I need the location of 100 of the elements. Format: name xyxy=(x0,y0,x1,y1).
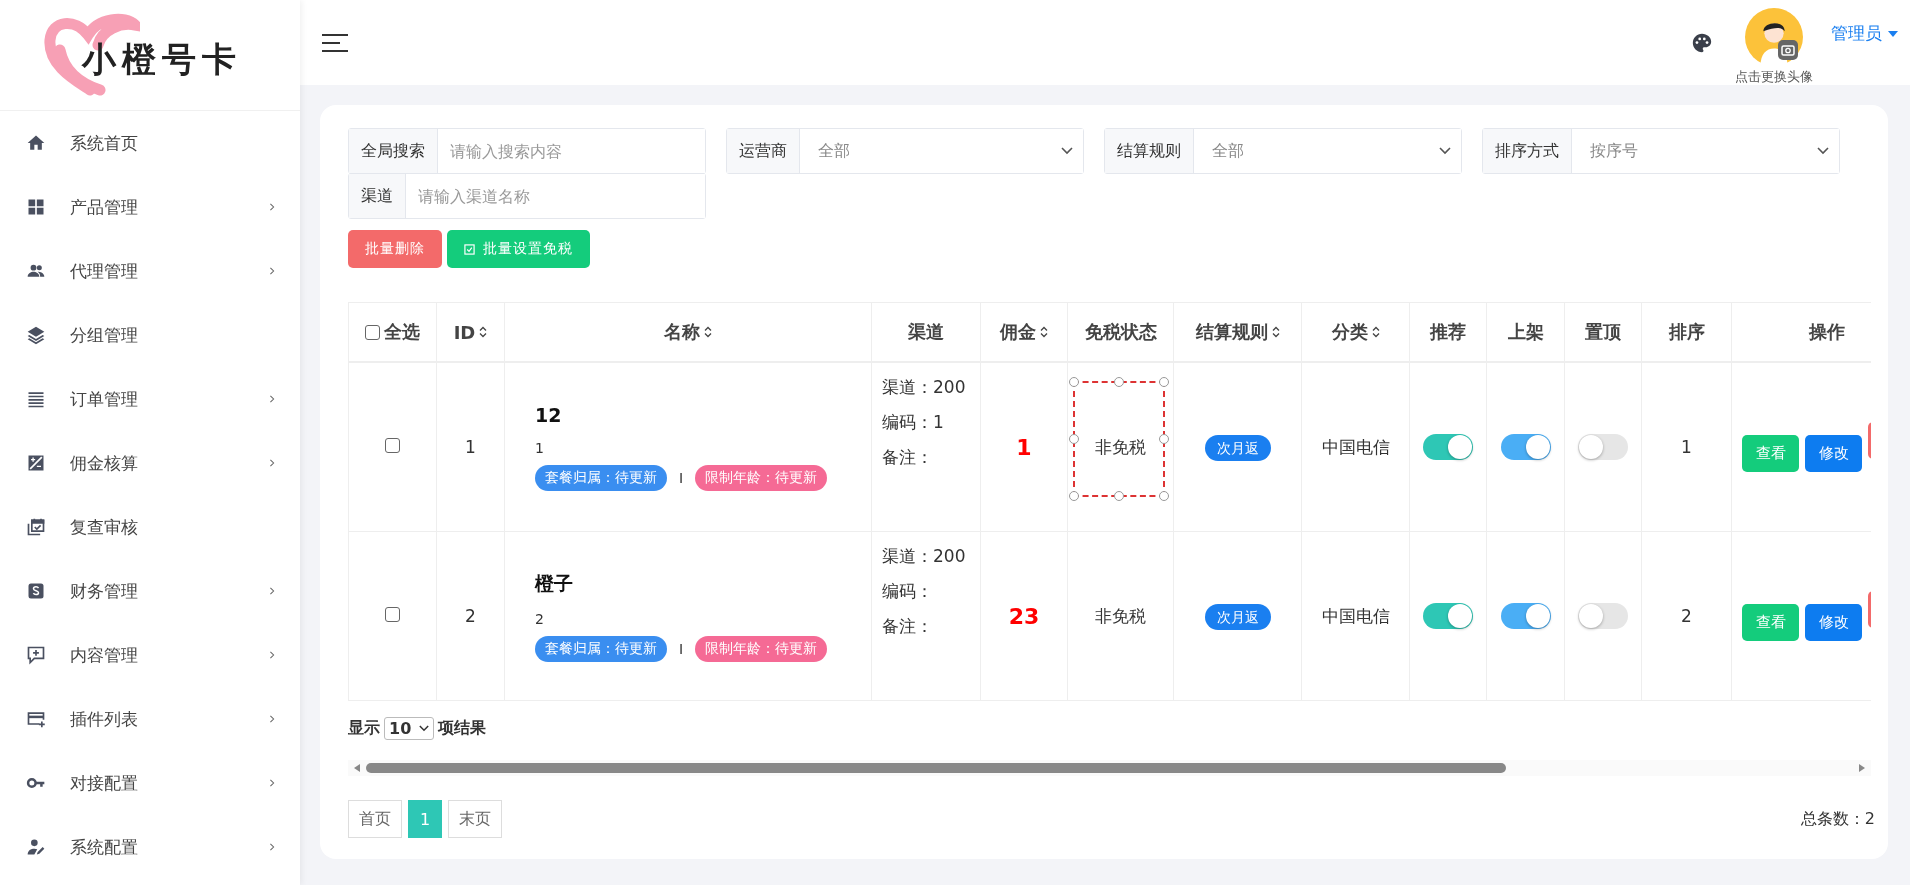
product-code: 2 xyxy=(535,610,545,627)
tag: 限制年龄：待更新 xyxy=(695,464,828,491)
product-code: 1 xyxy=(535,439,545,456)
column-header[interactable]: 佣金 xyxy=(1000,320,1036,344)
sort-cell: 2 xyxy=(1681,606,1692,626)
tag: 套餐归属：待更新 xyxy=(535,464,667,491)
tax-status: 非免税 xyxy=(1095,436,1146,457)
sidebar-item[interactable]: 插件列表 xyxy=(0,687,300,751)
menu-icon[interactable] xyxy=(322,32,348,53)
settle-rule-badge: 次月返 xyxy=(1204,603,1271,630)
product-name: 12 xyxy=(535,403,563,426)
settle-rule-badge: 次月返 xyxy=(1204,434,1271,461)
sidebar-item[interactable]: 分组管理 xyxy=(0,303,300,367)
sidebar-item[interactable]: 系统配置 xyxy=(0,815,300,879)
category-cell: 中国电信 xyxy=(1321,436,1390,457)
sort-icon[interactable] xyxy=(1371,326,1380,338)
column-header: 渠道 xyxy=(908,320,944,344)
toggle-switch[interactable] xyxy=(1500,603,1551,629)
logo-text: 小橙号卡 xyxy=(82,38,242,81)
total-count: 总条数：2 xyxy=(1800,808,1875,830)
sidebar-item[interactable]: 复查审核 xyxy=(0,495,300,559)
column-header: 排序 xyxy=(1668,320,1705,344)
palette-icon[interactable] xyxy=(1691,31,1713,54)
caret-down-icon xyxy=(1888,30,1898,37)
column-header: 免税状态 xyxy=(1084,320,1157,344)
tax-status: 非免税 xyxy=(1095,605,1146,626)
channel-line: 渠道：200 xyxy=(882,546,967,566)
row-checkbox[interactable] xyxy=(385,607,400,622)
sort-icon[interactable] xyxy=(704,326,712,338)
channel-line: 编码： xyxy=(882,581,934,601)
column-header: 操作 xyxy=(1808,320,1845,344)
id-cell: 2 xyxy=(465,606,476,626)
sidebar-item[interactable]: 系统首页 xyxy=(0,111,300,175)
toggle-switch[interactable] xyxy=(1500,434,1551,460)
user-menu[interactable]: 管理员 xyxy=(1831,22,1898,45)
sort-icon[interactable] xyxy=(1040,326,1048,338)
sidebar-item[interactable]: 内容管理 xyxy=(0,623,300,687)
card-plus-icon xyxy=(26,709,46,729)
sidebar-item[interactable]: 财务管理 xyxy=(0,559,300,623)
column-header[interactable]: 分类 xyxy=(1331,320,1368,344)
search-field[interactable]: 全局搜索 请输入搜索内容 xyxy=(348,128,706,174)
sort-icon[interactable] xyxy=(1271,326,1280,338)
chart-square-icon xyxy=(26,453,46,473)
chevron-down-icon xyxy=(1817,147,1829,155)
avatar-caption[interactable]: 点击更换头像 xyxy=(1735,67,1813,86)
column-header: 推荐 xyxy=(1430,320,1466,344)
show-label: 显示 xyxy=(348,718,380,739)
dollar-square-icon xyxy=(26,581,46,601)
list-icon xyxy=(26,389,46,409)
chevron-down-icon xyxy=(419,725,430,732)
layers-icon xyxy=(26,325,46,345)
toggle-switch[interactable] xyxy=(1578,603,1628,629)
user-edit-icon xyxy=(26,837,46,857)
results-label: 项结果 xyxy=(438,718,487,739)
channel-line: 编码：1 xyxy=(882,412,945,432)
channel-line: 备注： xyxy=(882,616,934,636)
sidebar-item[interactable]: 代理管理 xyxy=(0,239,300,303)
filter-select[interactable]: 运营商 全部 xyxy=(726,128,1084,174)
action-button[interactable]: 修改 xyxy=(1805,604,1862,641)
search-field[interactable]: 渠道 请输入渠道名称 xyxy=(348,173,706,219)
chevron-down-icon xyxy=(1439,147,1451,155)
column-header[interactable]: 名称 xyxy=(664,320,700,344)
scroll-right-icon[interactable] xyxy=(1859,764,1865,772)
toggle-switch[interactable] xyxy=(1423,603,1473,629)
grid-icon xyxy=(26,197,46,217)
sidebar-item[interactable]: 产品管理 xyxy=(0,175,300,239)
toggle-switch[interactable] xyxy=(1423,434,1473,460)
calendar-check-icon xyxy=(26,517,46,537)
column-header: 上架 xyxy=(1507,320,1544,344)
toggle-switch[interactable] xyxy=(1578,434,1628,460)
channel-line: 备注： xyxy=(882,447,934,467)
column-header[interactable]: ID xyxy=(453,321,476,343)
page-button[interactable]: 首页 xyxy=(348,800,402,838)
commission-value: 23 xyxy=(1008,603,1040,629)
row-checkbox[interactable] xyxy=(385,438,400,453)
id-cell: 1 xyxy=(465,437,476,457)
separator: I xyxy=(679,640,684,657)
checkbox-icon xyxy=(464,243,475,255)
page-button[interactable]: 末页 xyxy=(448,800,502,838)
product-name: 橙子 xyxy=(535,570,574,596)
sidebar-item[interactable]: 佣金核算 xyxy=(0,431,300,495)
commission-value: 1 xyxy=(1016,434,1032,460)
sort-cell: 1 xyxy=(1681,437,1692,457)
sidebar-item[interactable]: 订单管理 xyxy=(0,367,300,431)
action-button[interactable]: 修改 xyxy=(1805,435,1862,472)
category-cell: 中国电信 xyxy=(1321,605,1390,626)
column-header: 置顶 xyxy=(1585,320,1621,344)
sidebar-item[interactable]: 对接配置 xyxy=(0,751,300,815)
sort-icon[interactable] xyxy=(479,326,488,338)
filter-select[interactable]: 结算规则 全部 xyxy=(1104,128,1462,174)
channel-line: 渠道：200 xyxy=(882,377,967,397)
scroll-left-icon[interactable] xyxy=(354,764,360,772)
separator: I xyxy=(679,469,684,486)
filter-select[interactable]: 排序方式 按序号 xyxy=(1482,128,1840,174)
page-size-select[interactable]: 10 xyxy=(384,717,435,740)
comment-plus-icon xyxy=(26,645,46,665)
scrollbar-thumb[interactable] xyxy=(366,763,1506,773)
tag: 套餐归属：待更新 xyxy=(535,635,667,662)
chevron-down-icon xyxy=(1061,147,1073,155)
tag: 限制年龄：待更新 xyxy=(695,635,828,662)
